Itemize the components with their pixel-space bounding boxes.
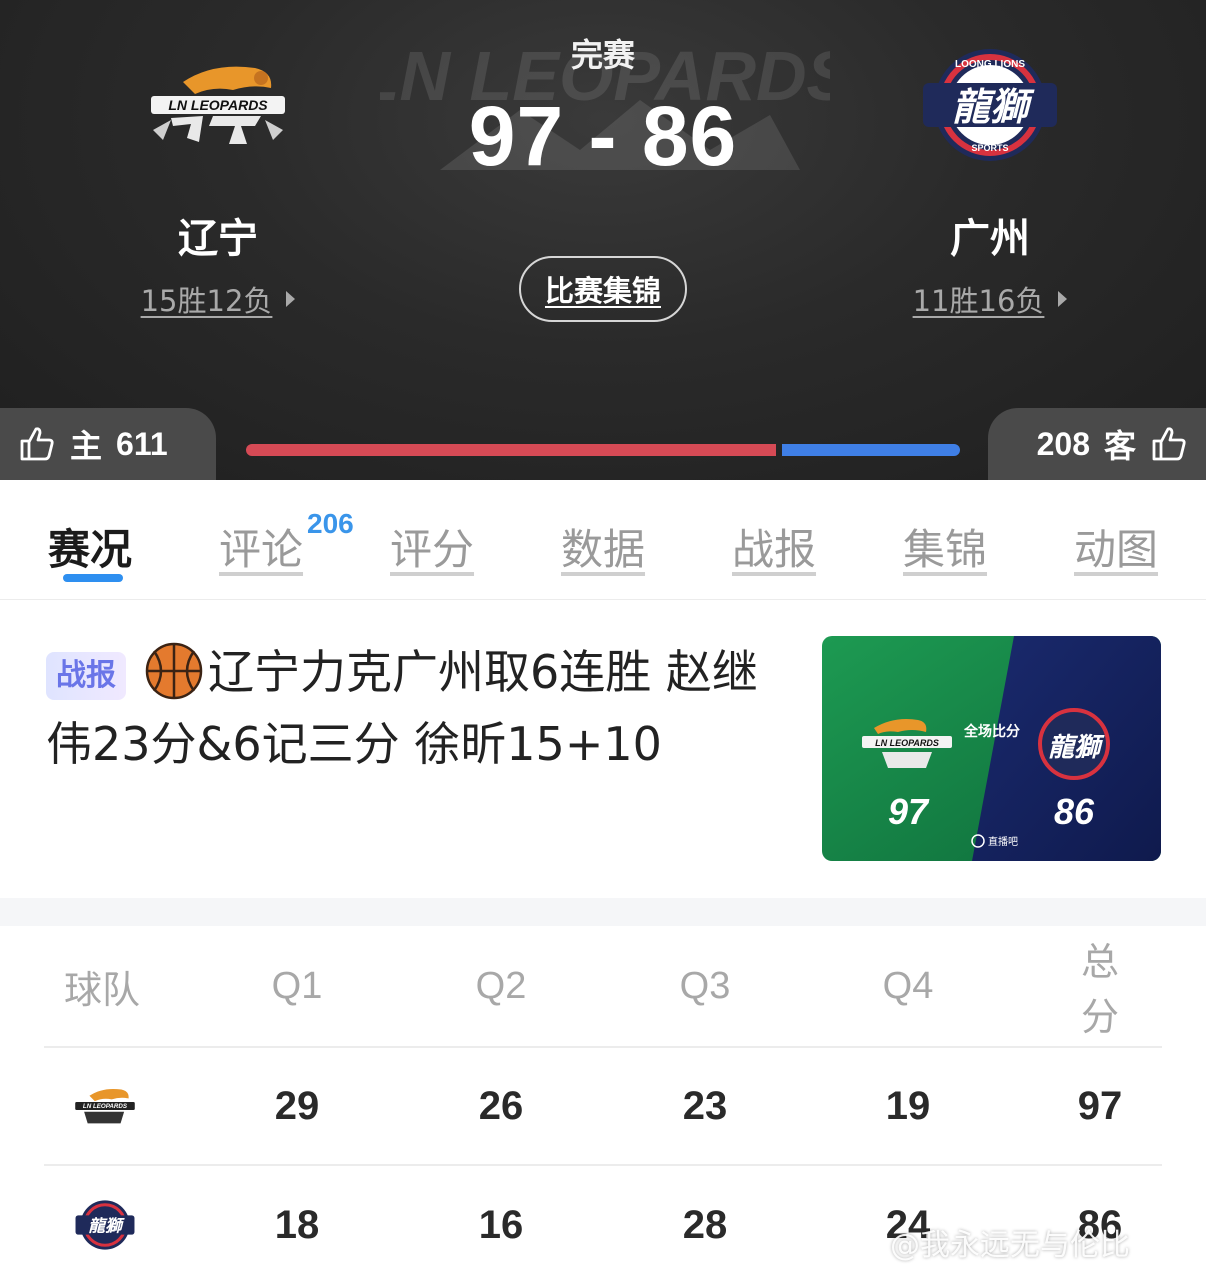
thumbs-up-icon: [20, 427, 54, 461]
away-record-text: 11胜16负: [912, 284, 1045, 318]
home-q4-score: 19: [885, 1083, 931, 1128]
svg-text:SPORTS: SPORTS: [971, 143, 1008, 153]
comment-count-badge: 206: [307, 508, 354, 539]
tab-highlights[interactable]: 集锦: [903, 516, 987, 577]
away-team-name: 广州: [950, 216, 1030, 262]
home-vote-label: 主: [70, 427, 103, 465]
home-vote-button[interactable]: 主 611: [0, 408, 216, 480]
svg-text:龍獅: 龍獅: [88, 1216, 125, 1236]
away-vote-button[interactable]: 208 客: [988, 408, 1206, 480]
news-thumbnail[interactable]: LN LEOPARDS 全场比分 龍獅 97 86 直播吧: [822, 636, 1161, 861]
away-q3-score: 28: [682, 1202, 728, 1247]
basketball-icon: [145, 642, 203, 699]
away-vote-count: 208: [1036, 425, 1090, 462]
home-record-text: 15胜12负: [140, 284, 273, 318]
header-q4: Q4: [882, 964, 934, 1007]
away-team-row-logo[interactable]: 龍獅: [66, 1192, 144, 1258]
away-team[interactable]: LOONG LIONS SPORTS 龍獅 广州 11胜16负: [840, 49, 1140, 320]
header-team: 球队: [64, 967, 141, 1012]
header-q3: Q3: [679, 964, 731, 1007]
away-team-logo[interactable]: LOONG LIONS SPORTS 龍獅: [840, 49, 1140, 161]
report-tag: 战报: [46, 651, 126, 700]
news-card[interactable]: 战报 辽宁力克广州取6连胜 赵继伟23分&6记三分 徐昕15+10 LN LEO…: [0, 600, 1206, 898]
vote-ratio-bar: [246, 444, 960, 456]
tab-gifs[interactable]: 动图: [1074, 516, 1158, 577]
home-team-record[interactable]: 15胜12负: [141, 278, 296, 320]
table-row: LN LEOPARDS 29 26 23 19 97: [44, 1048, 1162, 1166]
away-q1-score: 18: [274, 1202, 320, 1247]
tab-bar: 赛况 评论 206 评分 数据 战报 集锦 动图: [0, 480, 1206, 600]
svg-text:97: 97: [888, 791, 930, 832]
leopards-logo-icon: LN LEOPARDS: [151, 66, 285, 144]
header-total: 总分: [1080, 942, 1119, 1039]
table-header-row: 球队 Q1 Q2 Q3 Q4 总分: [44, 926, 1162, 1048]
home-q2-score: 26: [478, 1083, 524, 1128]
loong-lions-logo-icon: 龍獅: [75, 1200, 135, 1250]
svg-text:LN LEOPARDS: LN LEOPARDS: [168, 97, 268, 113]
leopards-logo-icon: LN LEOPARDS: [75, 1088, 135, 1124]
svg-text:86: 86: [1054, 791, 1095, 832]
tab-ratings[interactable]: 评分: [390, 516, 474, 577]
quarter-score-table: 球队 Q1 Q2 Q3 Q4 总分 LN LEOPARDS 29 26 23 1…: [44, 926, 1162, 1269]
svg-text:全场比分: 全场比分: [963, 723, 1020, 740]
svg-text:LN LEOPARDS: LN LEOPARDS: [83, 1103, 128, 1110]
svg-text:龍獅: 龍獅: [1048, 733, 1105, 763]
away-team-record[interactable]: 11胜16负: [913, 278, 1068, 320]
away-q2-score: 16: [478, 1202, 524, 1247]
home-team-logo[interactable]: LN LEOPARDS: [68, 50, 368, 160]
home-team-name: 辽宁: [178, 216, 258, 262]
home-q3-score: 23: [682, 1083, 728, 1128]
home-vote-bar: [246, 444, 776, 456]
home-q1-score: 29: [274, 1083, 320, 1128]
tab-game-status[interactable]: 赛况: [48, 516, 132, 577]
score-graphic: LN LEOPARDS 全场比分 龍獅 97 86 直播吧: [822, 636, 1161, 861]
tab-stats[interactable]: 数据: [561, 516, 645, 577]
active-tab-indicator: [63, 574, 123, 582]
header-q2: Q2: [475, 964, 527, 1007]
header-q1: Q1: [271, 964, 323, 1007]
home-vote-count: 611: [116, 425, 168, 462]
loong-lions-logo-icon: LOONG LIONS SPORTS 龍獅: [923, 49, 1057, 161]
news-title[interactable]: 战报 辽宁力克广州取6连胜 赵继伟23分&6记三分 徐昕15+10: [46, 636, 796, 780]
section-divider: [0, 898, 1206, 926]
away-vote-bar: [782, 444, 960, 456]
game-header: LN LEOPARDS 完赛 97 - 86 LN LEOPARDS 辽宁 15…: [0, 0, 1206, 480]
home-total-score: 97: [1077, 1083, 1123, 1128]
svg-text:龍獅: 龍獅: [952, 85, 1035, 129]
svg-text:LOONG LIONS: LOONG LIONS: [955, 59, 1025, 70]
away-vote-label: 客: [1103, 427, 1136, 465]
tab-comments[interactable]: 评论 206: [219, 508, 354, 577]
tab-report[interactable]: 战报: [732, 516, 816, 577]
svg-text:LN LEOPARDS: LN LEOPARDS: [875, 738, 939, 748]
svg-text:直播吧: 直播吧: [988, 835, 1018, 848]
weibo-watermark: @我永远无与伦比: [890, 1228, 1130, 1263]
game-highlights-button[interactable]: 比赛集锦: [519, 256, 687, 322]
tab-comments-label: 评论: [219, 525, 304, 574]
chevron-right-icon: [1058, 291, 1068, 307]
chevron-right-icon: [286, 291, 296, 307]
home-team[interactable]: LN LEOPARDS 辽宁 15胜12负: [68, 50, 368, 320]
home-team-row-logo[interactable]: LN LEOPARDS: [66, 1073, 144, 1139]
thumbs-up-icon: [1152, 427, 1186, 461]
